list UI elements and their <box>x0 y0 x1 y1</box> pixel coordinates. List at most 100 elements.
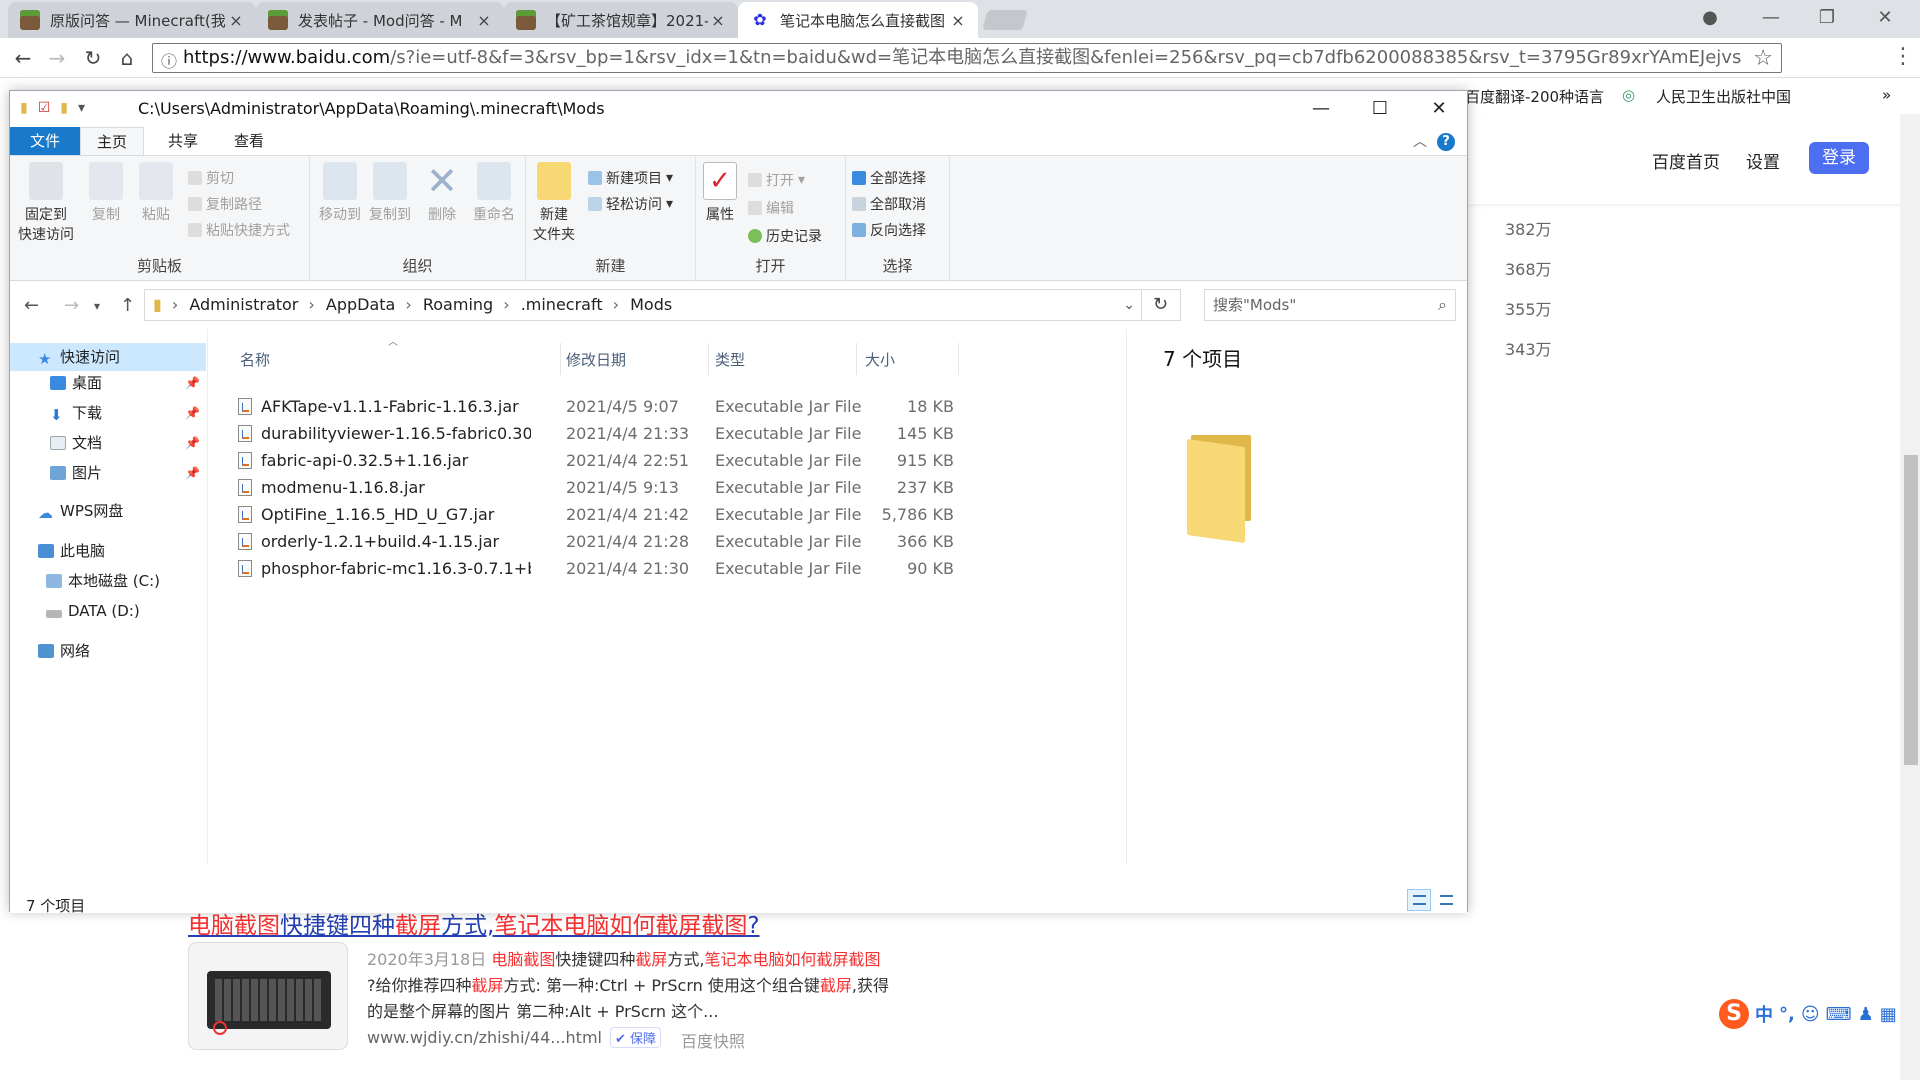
copy-button[interactable]: 复制 <box>84 162 128 224</box>
copy-path-button[interactable]: 复制路径 <box>188 194 262 214</box>
nav-downloads[interactable]: ⬇ 下载 📌 <box>10 399 206 427</box>
maximize-icon[interactable]: ☐ <box>1357 95 1403 123</box>
pin-icon[interactable]: 📌 <box>185 369 200 397</box>
minimize-icon[interactable]: — <box>1298 95 1344 123</box>
details-view-icon[interactable] <box>1407 889 1431 911</box>
properties-check-icon[interactable]: ☑ <box>38 100 51 116</box>
close-tab-icon[interactable]: × <box>226 11 246 30</box>
breadcrumb-item[interactable]: AppData <box>326 295 395 314</box>
address-bar[interactable]: ▮ › Administrator › AppData › Roaming › .min… <box>144 289 1142 321</box>
properties-button[interactable]: ✓ 属性 <box>700 162 740 224</box>
browser-tab-active[interactable]: ✿ 笔记本电脑怎么直接截图 × <box>738 2 978 38</box>
close-tab-icon[interactable]: × <box>948 11 968 30</box>
search-icon[interactable]: ⌕ <box>1438 290 1447 320</box>
ime-punct[interactable]: °, <box>1779 1004 1795 1025</box>
history-button[interactable]: 历史记录 <box>748 226 822 246</box>
close-window-icon[interactable]: ✕ <box>1416 95 1462 123</box>
open-button[interactable]: 打开 ▾ <box>748 170 805 190</box>
grid-icon[interactable]: ▦ <box>1880 1004 1897 1025</box>
up-icon[interactable]: ↑ <box>120 295 135 316</box>
column-header-date[interactable]: 修改日期 <box>566 349 626 370</box>
nav-this-pc[interactable]: 此电脑 <box>10 537 206 565</box>
home-icon[interactable]: ⌂ <box>112 44 142 72</box>
select-all-button[interactable]: 全部选择 <box>852 168 926 188</box>
ime-lang[interactable]: 中 <box>1755 1001 1773 1027</box>
bookmark-item[interactable]: 百度翻译-200种语言 <box>1465 86 1604 107</box>
cut-button[interactable]: 剪切 <box>188 168 234 188</box>
back-icon[interactable]: ← <box>8 44 38 72</box>
profile-icon[interactable]: ● <box>1685 4 1735 32</box>
rename-button[interactable]: 重命名 <box>468 162 520 224</box>
back-icon[interactable]: ← <box>24 295 39 316</box>
emoji-icon[interactable]: ☺ <box>1801 1004 1820 1025</box>
close-tab-icon[interactable]: × <box>708 11 728 30</box>
column-divider[interactable] <box>958 343 959 375</box>
tab-share[interactable]: 共享 <box>152 127 214 155</box>
new-tab-button[interactable] <box>982 10 1028 30</box>
tab-home[interactable]: 主页 <box>80 127 145 155</box>
nav-wps-drive[interactable]: ☁ WPS网盘 <box>10 497 206 525</box>
pin-quick-access-button[interactable]: 固定到 快速访问 <box>16 162 76 244</box>
copy-to-button[interactable]: 复制到 <box>366 162 414 224</box>
nav-drive-d[interactable]: DATA (D:) <box>10 597 206 625</box>
info-icon[interactable]: ⓘ <box>161 48 177 72</box>
pin-icon[interactable]: 📌 <box>185 429 200 457</box>
new-folder-button[interactable]: 新建 文件夹 <box>528 162 580 244</box>
bookmark-star-icon[interactable]: ☆ <box>1753 46 1773 71</box>
column-divider[interactable] <box>560 343 561 375</box>
nav-network[interactable]: 网络 <box>10 637 206 665</box>
column-header-type[interactable]: 类型 <box>715 349 745 370</box>
file-row[interactable]: AFKTape-v1.1.1-Fabric-1.16.3.jar 2021/4/… <box>236 393 954 420</box>
browser-tab[interactable]: 原版问答 — Minecraft(我 × <box>8 2 256 38</box>
file-row[interactable]: phosphor-fabric-mc1.16.3-0.7.1+buil... 2… <box>236 555 954 582</box>
qat-dropdown-icon[interactable]: ▾ <box>78 100 85 116</box>
search-input[interactable]: 搜索"Mods" ⌕ <box>1204 289 1456 321</box>
user-icon[interactable]: ♟ <box>1858 1004 1874 1025</box>
browser-menu-icon[interactable]: ⋮ <box>1892 44 1914 69</box>
collapse-ribbon-icon[interactable]: ︿ <box>1413 131 1427 151</box>
delete-button[interactable]: ✕ 删除 <box>422 162 462 224</box>
keyboard-icon[interactable]: ⌨ <box>1826 1004 1852 1025</box>
forward-icon[interactable]: → <box>64 295 79 316</box>
breadcrumb-item[interactable]: Mods <box>630 295 672 314</box>
ime-toolbar[interactable]: S 中 °, ☺ ⌨ ♟ ▦ <box>1715 996 1900 1032</box>
breadcrumb-item[interactable]: .minecraft <box>521 295 603 314</box>
restore-icon[interactable]: ❐ <box>1802 4 1852 32</box>
file-row[interactable]: OptiFine_1.16.5_HD_U_G7.jar 2021/4/4 21:… <box>236 501 954 528</box>
result-thumbnail[interactable] <box>188 942 348 1050</box>
pin-icon[interactable]: 📌 <box>185 399 200 427</box>
edit-button[interactable]: 编辑 <box>748 198 794 218</box>
invert-selection-button[interactable]: 反向选择 <box>852 220 926 240</box>
easy-access-button[interactable]: 轻松访问 ▾ <box>588 194 673 214</box>
recent-locations-icon[interactable]: ▾ <box>94 299 100 313</box>
minimize-icon[interactable]: — <box>1746 4 1796 32</box>
large-icons-view-icon[interactable] <box>1434 889 1458 911</box>
nav-drive-c[interactable]: 本地磁盘 (C:) <box>10 567 206 595</box>
refresh-icon[interactable]: ↻ <box>1141 289 1181 321</box>
bookmarks-overflow-icon[interactable]: » <box>1882 86 1891 104</box>
browser-tab[interactable]: 发表帖子 - Mod问答 - M × <box>256 2 504 38</box>
forward-icon[interactable]: → <box>42 44 72 72</box>
column-divider[interactable] <box>708 343 709 375</box>
column-divider[interactable] <box>856 343 857 375</box>
file-row[interactable]: modmenu-1.16.8.jar 2021/4/5 9:13 Executa… <box>236 474 954 501</box>
column-header-name[interactable]: 名称 <box>240 349 270 370</box>
chevron-down-icon[interactable]: ⌄ <box>1123 290 1135 320</box>
column-header-size[interactable]: 大小 <box>865 349 895 370</box>
page-scroll-thumb[interactable] <box>1904 455 1918 765</box>
pin-icon[interactable]: 📌 <box>185 459 200 487</box>
tab-file[interactable]: 文件 <box>10 127 80 155</box>
bookmark-item[interactable]: 人民卫生出版社中国 <box>1656 86 1791 107</box>
paste-button[interactable]: 粘贴 <box>134 162 178 224</box>
tab-view[interactable]: 查看 <box>218 127 280 155</box>
reload-icon[interactable]: ↻ <box>78 44 108 72</box>
paste-shortcut-button[interactable]: 粘贴快捷方式 <box>188 220 290 240</box>
breadcrumb-item[interactable]: Roaming <box>423 295 493 314</box>
nav-pictures[interactable]: 图片 📌 <box>10 459 206 487</box>
close-window-icon[interactable]: ✕ <box>1860 4 1910 32</box>
close-tab-icon[interactable]: × <box>474 11 494 30</box>
snapshot-link[interactable]: 百度快照 <box>681 1028 745 1052</box>
address-omnibox[interactable]: ⓘ https://www.baidu.com/s?ie=utf-8&f=3&r… <box>152 43 1782 73</box>
nav-quick-access[interactable]: ★ 快速访问 <box>10 343 206 371</box>
result-url[interactable]: www.wjdiy.cn/zhishi/44...html <box>367 1028 602 1047</box>
